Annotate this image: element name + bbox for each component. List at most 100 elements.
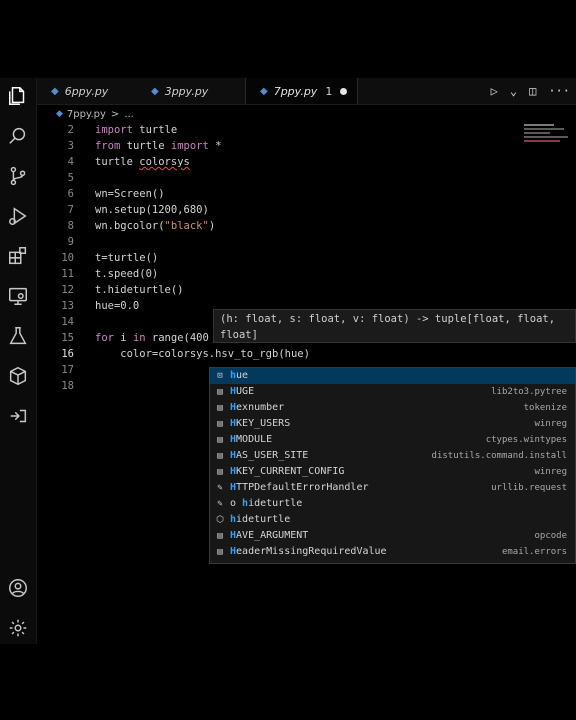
code-token: turtle: [120, 140, 171, 152]
line-code: t.hideturtle(): [95, 282, 184, 298]
code-token: from: [95, 140, 121, 152]
suggestion-item[interactable]: ▤ HKEY_CURRENT_CONFIG winreg: [210, 464, 575, 480]
tab-7ppy[interactable]: ◆ 7ppy.py 1: [245, 78, 359, 104]
share-icon[interactable]: [6, 404, 30, 428]
editor-actions: ▷ ⌄ ◫ ···: [491, 78, 576, 104]
code-line[interactable]: 9: [37, 234, 576, 250]
line-number: 13: [61, 300, 74, 312]
line-code: import turtle: [95, 122, 177, 138]
variable-icon: ⊡: [217, 371, 223, 381]
code-token: color=colorsys.hsv_to_rgb(hue): [95, 348, 310, 360]
search-icon[interactable]: [6, 124, 30, 148]
code-line[interactable]: 12 t.hideturtle(): [37, 282, 576, 298]
suggestion-source: winreg: [534, 419, 567, 429]
settings-gear-icon[interactable]: [6, 616, 30, 640]
suggestion-item[interactable]: ▤ HAVE_ARGUMENT opcode: [210, 528, 575, 544]
line-number: 10: [61, 252, 74, 264]
line-number: 6: [67, 188, 74, 200]
code-line[interactable]: 2 import turtle: [37, 122, 576, 138]
code-line[interactable]: 11 t.speed(0): [37, 266, 576, 282]
code-token: ): [208, 220, 216, 232]
remote-explorer-icon[interactable]: [6, 284, 30, 308]
tab-3ppy[interactable]: ◆ 3ppy.py: [151, 78, 208, 104]
code-line[interactable]: 5: [37, 170, 576, 186]
editor-tab-bar: ◆ 6ppy.py ◆ 3ppy.py ◆ 7ppy.py 1 ▷ ⌄ ◫ ··…: [37, 78, 576, 105]
files-icon[interactable]: [6, 84, 30, 108]
code-line[interactable]: 6 wn=Screen(): [37, 186, 576, 202]
code-line[interactable]: 8 wn.bgcolor("black"): [37, 218, 576, 234]
suggestion-item[interactable]: ▤ HKEY_USERS winreg: [210, 416, 575, 432]
chevron-down-icon[interactable]: ⌄: [510, 84, 517, 98]
account-icon[interactable]: [6, 576, 30, 600]
module-icon: ▤: [217, 403, 223, 413]
line-number: 17: [61, 364, 74, 376]
tab-label: 6ppy.py: [64, 84, 109, 98]
code-token: for: [95, 332, 114, 344]
suggestion-label: HUGE: [230, 386, 255, 397]
code-token: import: [95, 124, 133, 136]
signature-line: float]: [220, 329, 258, 341]
line-code: t.speed(0): [95, 266, 158, 282]
line-code: hue=0.0: [95, 298, 139, 314]
line-number: 8: [67, 220, 74, 232]
code-line[interactable]: 4 turtle colorsys: [37, 154, 576, 170]
suggestion-label: Hexnumber: [230, 402, 285, 413]
suggestion-source: distutils.command.install: [431, 451, 567, 461]
suggestion-item[interactable]: ⬡ hideturtle: [210, 512, 575, 528]
line-number: 7: [67, 204, 74, 216]
code-token: colorsys: [139, 156, 190, 168]
unsaved-dot-icon[interactable]: [340, 87, 348, 95]
line-code: wn=Screen(): [95, 186, 165, 202]
suggestion-label: HTTPDefaultErrorHandler: [230, 482, 369, 493]
code-line[interactable]: 7 wn.setup(1200,680): [37, 202, 576, 218]
run-debug-icon[interactable]: [6, 204, 30, 228]
line-code: from turtle import *: [95, 138, 221, 154]
line-number: 16: [61, 348, 74, 360]
module-icon: ▤: [217, 387, 223, 397]
split-editor-icon[interactable]: ◫: [529, 84, 536, 98]
breadcrumb-file[interactable]: 7ppy.py: [67, 109, 106, 120]
testing-icon[interactable]: [6, 324, 30, 348]
suggestion-label: HAVE_ARGUMENT: [230, 530, 309, 541]
wrench-icon: ✎: [217, 483, 223, 493]
code-line[interactable]: 10 t=turtle(): [37, 250, 576, 266]
run-icon[interactable]: ▷: [491, 84, 498, 98]
suggestion-item[interactable]: ▤ Hexnumber tokenize: [210, 400, 575, 416]
module-icon: ▤: [217, 435, 223, 445]
suggestion-item[interactable]: ✎ HTTPDefaultErrorHandler urllib.request: [210, 480, 575, 496]
code-token: hue=0.0: [95, 300, 140, 312]
code-line[interactable]: 3 from turtle import *: [37, 138, 576, 154]
line-code: wn.bgcolor("black"): [95, 218, 215, 234]
suggestion-source: lib2to3.pytree: [491, 387, 567, 397]
more-actions-icon[interactable]: ···: [548, 84, 570, 98]
python-file-icon: ◆: [56, 109, 63, 119]
suggestion-item[interactable]: ⊡ hue: [210, 368, 575, 384]
breadcrumb-rest[interactable]: ...: [124, 109, 134, 120]
tab-6ppy[interactable]: ◆ 6ppy.py: [51, 78, 108, 104]
wrench-icon: ✎: [217, 499, 223, 509]
extensions-icon[interactable]: [6, 244, 30, 268]
suggestion-item[interactable]: ▤ HAS_USER_SITE distutils.command.install: [210, 448, 575, 464]
suggestion-item[interactable]: ▤ HeaderMissingRequiredValue email.errors: [210, 544, 575, 560]
line-code: wn.setup(1200,680): [95, 202, 209, 218]
code-token: wn.bgcolor(: [95, 220, 165, 232]
breadcrumb: ◆ 7ppy.py > ...: [56, 107, 134, 121]
suggestion-source: ctypes.wintypes: [485, 435, 567, 445]
suggestion-item[interactable]: ✎ o hideturtle: [210, 496, 575, 512]
line-number: 11: [61, 268, 74, 280]
module-icon: ▤: [217, 451, 223, 461]
code-token: i: [113, 332, 133, 344]
signature-help-popup: (h: float, s: float, v: float) -> tuple[…: [213, 309, 576, 343]
cube-icon: ⬡: [216, 515, 224, 525]
line-number: 15: [61, 332, 74, 344]
module-icon: ▤: [217, 419, 223, 429]
suggestion-item[interactable]: ▤ HMODULE ctypes.wintypes: [210, 432, 575, 448]
suggestion-item[interactable]: ▤ HUGE lib2to3.pytree: [210, 384, 575, 400]
code-token: t.hideturtle(): [95, 284, 184, 296]
source-control-icon[interactable]: [6, 164, 30, 188]
code-token: wn=Screen(): [95, 188, 165, 200]
code-line[interactable]: 16 color=colorsys.hsv_to_rgb(hue): [37, 346, 576, 362]
code-token: in: [132, 332, 146, 344]
line-number: 9: [67, 236, 74, 248]
box-icon[interactable]: [6, 364, 30, 388]
